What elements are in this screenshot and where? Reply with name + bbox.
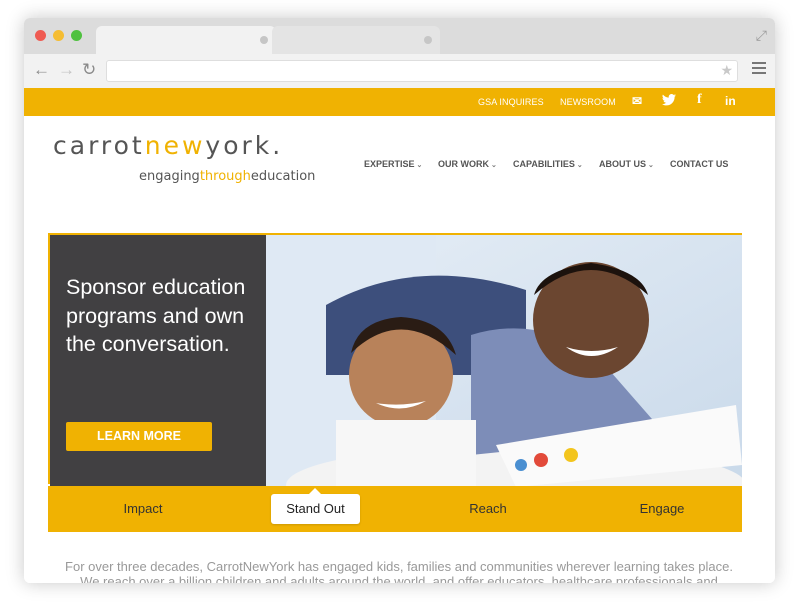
menu-icon[interactable] xyxy=(752,62,766,77)
hero-tabs: Impact Stand Out Reach Engage xyxy=(48,486,742,532)
nav-our-work[interactable]: OUR WORK ⌄ xyxy=(438,159,497,169)
newsroom-link[interactable]: NEWSROOM xyxy=(560,97,616,107)
chevron-down-icon: ⌄ xyxy=(576,162,583,169)
nav-expertise-label: EXPERTISE xyxy=(364,159,415,169)
browser-tab-active[interactable] xyxy=(96,26,276,54)
hero-text-panel: Sponsor education programs and own the c… xyxy=(50,235,266,487)
tab-reach[interactable]: Reach xyxy=(448,494,528,524)
learn-more-button[interactable]: LEARN MORE xyxy=(66,422,212,451)
nav-our-work-label: OUR WORK xyxy=(438,159,489,169)
logo-part-carrot: carrot xyxy=(53,131,145,160)
linkedin-icon[interactable]: in xyxy=(725,94,736,108)
reload-icon[interactable]: ↻ xyxy=(82,61,96,79)
minimize-window-button[interactable] xyxy=(53,30,64,41)
tagline-engaging: engaging xyxy=(139,169,200,184)
intro-paragraph: For over three decades, CarrotNewYork ha… xyxy=(65,559,733,583)
browser-toolbar: ← → ↻ ★ xyxy=(24,54,775,89)
chevron-down-icon: ⌄ xyxy=(491,162,497,169)
tab-impact[interactable]: Impact xyxy=(103,494,183,524)
close-window-button[interactable] xyxy=(35,30,46,41)
nav-capabilities[interactable]: CAPABILITIES ⌄ xyxy=(513,159,583,169)
browser-window: ⤢ ← → ↻ ★ GSA INQUIRES NEWSROOM ✉ f in c… xyxy=(24,18,775,583)
back-arrow-icon[interactable]: ← xyxy=(33,61,50,79)
logo-wordmark: carrotnewyork. xyxy=(53,131,283,160)
nav-expertise[interactable]: EXPERTISE ⌄ xyxy=(364,159,422,169)
forward-arrow-icon[interactable]: → xyxy=(58,61,75,79)
tab-engage[interactable]: Engage xyxy=(622,494,702,524)
browser-tab-bar: ⤢ xyxy=(24,18,775,54)
tab-close-icon[interactable] xyxy=(424,36,432,44)
nav-contact-us[interactable]: CONTACT US xyxy=(670,159,728,169)
nav-capabilities-label: CAPABILITIES xyxy=(513,159,575,169)
logo-part-york: york. xyxy=(205,131,284,160)
nav-about-us[interactable]: ABOUT US ⌄ xyxy=(599,159,654,169)
twitter-icon[interactable] xyxy=(662,94,676,109)
nav-about-us-label: ABOUT US xyxy=(599,159,646,169)
gsa-inquires-link[interactable]: GSA INQUIRES xyxy=(478,97,544,107)
tab-stand-out[interactable]: Stand Out xyxy=(271,488,360,524)
chevron-down-icon: ⌄ xyxy=(416,162,423,169)
resize-icon[interactable]: ⤢ xyxy=(756,27,767,44)
hero-photo xyxy=(266,235,742,487)
email-icon[interactable]: ✉ xyxy=(632,94,642,108)
nav-contact-us-label: CONTACT US xyxy=(670,159,729,169)
logo-tagline: engagingthrougheducation xyxy=(139,169,315,184)
hero-banner: Sponsor education programs and own the c… xyxy=(48,233,742,487)
logo-part-new: new xyxy=(144,131,206,160)
page-viewport: GSA INQUIRES NEWSROOM ✉ f in carrotnewyo… xyxy=(24,88,775,583)
star-icon[interactable]: ★ xyxy=(720,62,733,79)
maximize-window-button[interactable] xyxy=(71,30,82,41)
chevron-down-icon: ⌄ xyxy=(648,162,654,169)
tagline-education: education xyxy=(250,169,316,184)
facebook-icon[interactable]: f xyxy=(697,92,702,108)
utility-bar: GSA INQUIRES NEWSROOM ✉ f in xyxy=(24,88,775,116)
tab-close-icon[interactable] xyxy=(260,36,268,44)
hero-heading: Sponsor education programs and own the c… xyxy=(66,275,246,356)
tagline-through: through xyxy=(199,169,251,184)
browser-tab-inactive[interactable] xyxy=(272,26,440,54)
address-bar[interactable]: ★ xyxy=(106,60,738,82)
